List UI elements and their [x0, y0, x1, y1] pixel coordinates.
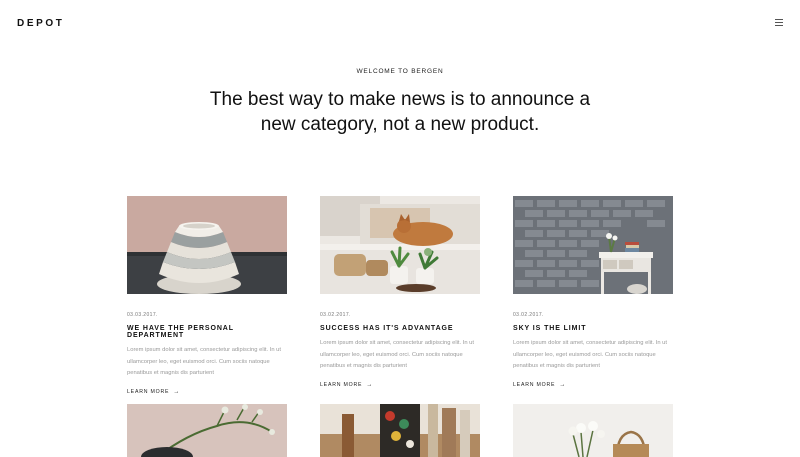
post-excerpt: Lorem ipsum dolor sit amet, consectetur … — [513, 340, 668, 369]
learn-more-link[interactable]: LEARN MORE → — [513, 382, 566, 388]
headline-line-2: new category, not a new product. — [260, 114, 540, 135]
post-excerpt: Lorem ipsum dolor sit amet, consectetur … — [320, 340, 475, 369]
learn-more-label: LEARN MORE — [320, 381, 363, 388]
blog-post-card: 03.02.2017. SUCCESS HAS IT'S ADVANTAGE L… — [320, 196, 480, 391]
post-title[interactable]: SKY IS THE LIMIT — [513, 325, 673, 332]
arrow-right-icon: → — [559, 381, 567, 388]
hamburger-menu-icon[interactable] — [775, 19, 785, 28]
post-date: 03.03.2017. — [127, 312, 158, 318]
post-image-books[interactable] — [320, 404, 480, 457]
post-date: 03.02.2017. — [513, 312, 544, 318]
blog-post-card: 03.03.2017. WE HAVE THE PERSONAL DEPARTM… — [127, 196, 287, 398]
learn-more-label: LEARN MORE — [127, 388, 170, 395]
intro-eyebrow: WELCOME TO BERGEN — [356, 68, 444, 75]
post-title[interactable]: SUCCESS HAS IT'S ADVANTAGE — [320, 325, 480, 332]
intro-headline: The best way to make news is to announce… — [0, 87, 800, 137]
site-logo[interactable]: DEPOT — [17, 18, 64, 29]
post-title[interactable]: WE HAVE THE PERSONAL DEPARTMENT — [127, 325, 287, 339]
headline-line-1: The best way to make news is to announce… — [209, 89, 591, 110]
site-header: DEPOT — [0, 0, 800, 48]
arrow-right-icon: → — [173, 388, 181, 395]
blog-post-card: 03.02.2017. SKY IS THE LIMIT Lorem ipsum… — [513, 196, 673, 391]
arrow-right-icon: → — [366, 381, 374, 388]
post-image-cat-sofa[interactable] — [320, 196, 480, 294]
learn-more-link[interactable]: LEARN MORE → — [320, 382, 373, 388]
intro-section: WELCOME TO BERGEN The best way to make n… — [0, 68, 800, 137]
post-image-flower-branch[interactable] — [127, 404, 287, 457]
post-excerpt: Lorem ipsum dolor sit amet, consectetur … — [127, 347, 282, 376]
post-image-white-flowers[interactable] — [513, 404, 673, 457]
post-date: 03.02.2017. — [320, 312, 351, 318]
post-image-bowls[interactable] — [127, 196, 287, 294]
learn-more-link[interactable]: LEARN MORE → — [127, 389, 180, 395]
post-image-brick-wall[interactable] — [513, 196, 673, 294]
learn-more-label: LEARN MORE — [513, 381, 556, 388]
